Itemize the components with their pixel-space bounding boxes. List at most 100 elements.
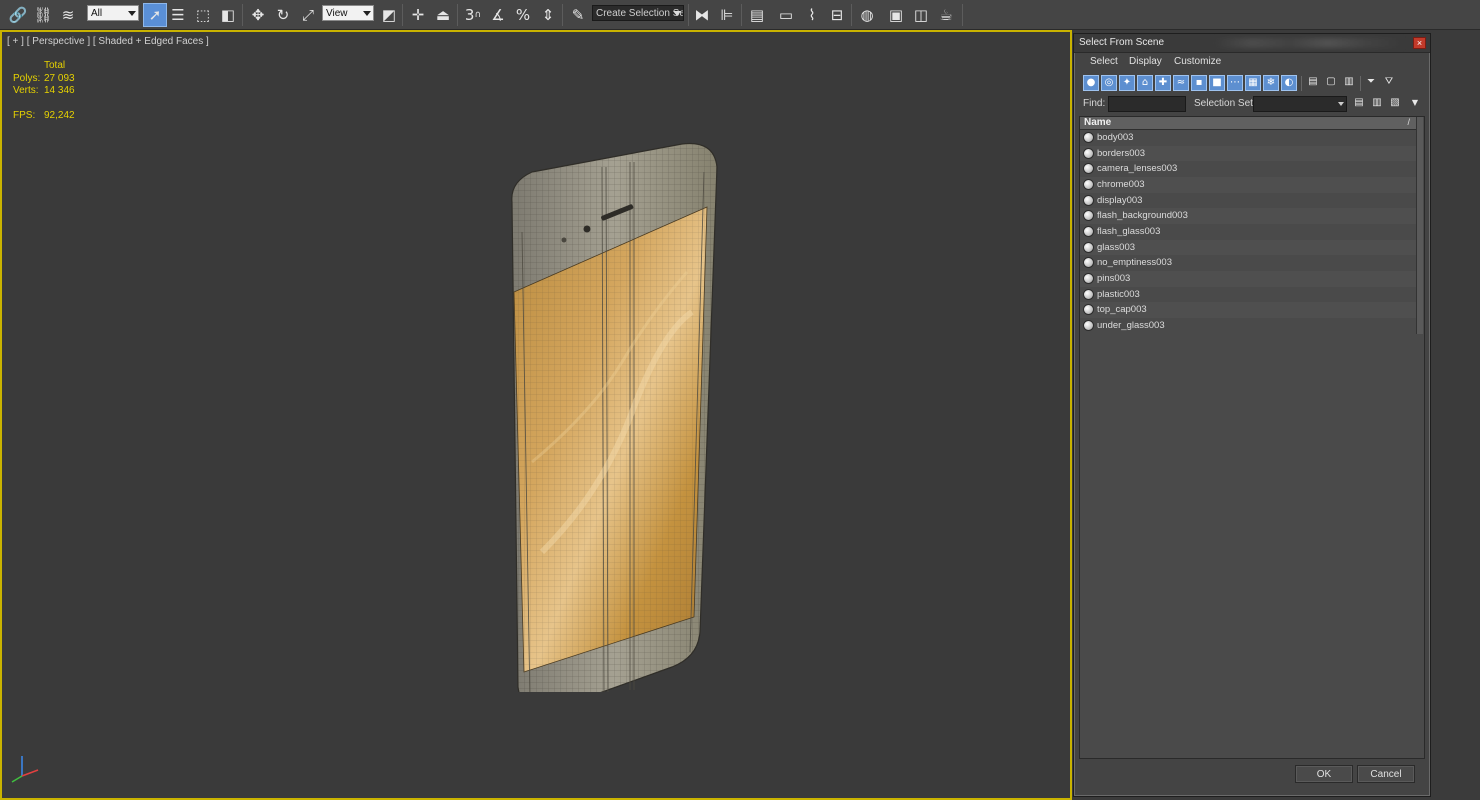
display-groups-icon[interactable]: ▪: [1191, 75, 1207, 91]
bind-space-warp-icon[interactable]: ≋: [56, 3, 80, 27]
toolbar-divider: [402, 4, 403, 26]
chevron-down-icon: [363, 11, 371, 16]
named-selection-set-dropdown[interactable]: Create Selection Se: [592, 5, 684, 21]
keyboard-shortcut-override-icon[interactable]: ⏏: [431, 3, 455, 27]
select-all-icon[interactable]: ▤: [1305, 75, 1321, 91]
object-name: pins003: [1097, 272, 1131, 284]
object-rows: body003 borders003 camera_lenses003 chrome0…: [1080, 130, 1416, 334]
select-manipulate-icon[interactable]: ✛: [406, 3, 430, 27]
select-object-icon[interactable]: ➚: [143, 3, 167, 27]
list-item[interactable]: glass003: [1080, 239, 1416, 256]
list-item[interactable]: chrome003: [1080, 176, 1416, 193]
reference-coordinate-dropdown[interactable]: View: [322, 5, 374, 21]
window-crossing-icon[interactable]: ◧: [216, 3, 240, 27]
stats-total-label: Total: [44, 60, 66, 71]
rotate-icon[interactable]: ↻: [271, 3, 295, 27]
geometry-sphere-icon: [1083, 304, 1094, 316]
list-scrollbar[interactable]: [1416, 117, 1423, 334]
ribbon-toggle-icon[interactable]: ▭: [774, 3, 798, 27]
display-containers-icon[interactable]: ▦: [1245, 75, 1261, 91]
layer-explorer-icon[interactable]: ▤: [745, 3, 769, 27]
title-bar-blurred-area: [1214, 38, 1404, 48]
list-item[interactable]: plastic003: [1080, 287, 1416, 303]
geometry-sphere-icon: [1083, 132, 1094, 143]
object-list[interactable]: Name / body003 borders003 camera_lenses003…: [1079, 116, 1425, 759]
list-item[interactable]: flash_background003: [1080, 208, 1416, 224]
display-geometry-icon[interactable]: ●: [1083, 75, 1099, 91]
chevron-down-icon[interactable]: ▼: [1407, 96, 1423, 112]
mirror-icon[interactable]: ⧓: [690, 3, 714, 27]
geometry-sphere-icon: [1083, 272, 1094, 284]
geometry-sphere-icon: [1083, 225, 1094, 237]
spinner-snap-icon[interactable]: ⇕: [536, 3, 560, 27]
list-item[interactable]: camera_lenses003: [1080, 161, 1416, 177]
percent-snap-icon[interactable]: %: [511, 3, 535, 27]
geometry-sphere-icon: [1083, 163, 1094, 175]
display-hidden-icon[interactable]: ◐: [1281, 75, 1297, 91]
render-setup-icon[interactable]: ▣: [884, 3, 908, 27]
phone-model[interactable]: [482, 112, 732, 692]
menu-customize[interactable]: Customize: [1174, 56, 1221, 67]
add-to-selection-set-icon[interactable]: ▥: [1369, 96, 1385, 112]
select-invert-icon[interactable]: ▥: [1341, 75, 1357, 91]
filter-settings-icon[interactable]: ⛛: [1381, 75, 1397, 91]
toolbar-divider: [242, 4, 243, 26]
list-item[interactable]: pins003: [1080, 270, 1416, 287]
chevron-down-icon: [1338, 102, 1344, 106]
rendered-frame-window-icon[interactable]: ◫: [909, 3, 933, 27]
display-frozen-icon[interactable]: ❄: [1263, 75, 1279, 91]
display-xrefs-icon[interactable]: ■: [1209, 75, 1225, 91]
cancel-button[interactable]: Cancel: [1357, 765, 1415, 783]
move-icon[interactable]: ✥: [246, 3, 270, 27]
perspective-viewport[interactable]: [ + ] [ Perspective ] [ Shaded + Edged F…: [0, 30, 1072, 800]
object-name: body003: [1097, 132, 1134, 143]
material-editor-icon[interactable]: ◍: [855, 3, 879, 27]
link-icon[interactable]: 🔗: [6, 3, 30, 27]
snaps-toggle-icon[interactable]: 3 ∩: [461, 3, 485, 27]
pivot-center-icon[interactable]: ◩: [377, 3, 401, 27]
align-icon[interactable]: ⊫: [715, 3, 739, 27]
menu-select[interactable]: Select: [1090, 56, 1118, 67]
display-bones-icon[interactable]: ⋯: [1227, 75, 1243, 91]
select-from-scene-dialog: Select From Scene × Select Display Custo…: [1073, 33, 1431, 797]
list-item[interactable]: display003: [1080, 193, 1416, 209]
selection-set-dropdown[interactable]: [1253, 96, 1347, 112]
unlink-icon[interactable]: ⛓: [31, 3, 55, 27]
display-cameras-icon[interactable]: ⌂: [1137, 75, 1153, 91]
rectangular-selection-icon[interactable]: ⬚: [191, 3, 215, 27]
edit-named-selection-icon[interactable]: ✎: [566, 3, 590, 27]
toolbar-divider: [562, 4, 563, 26]
create-selection-set-icon[interactable]: ▤: [1351, 96, 1367, 112]
close-icon[interactable]: ×: [1413, 37, 1426, 49]
list-item[interactable]: body003: [1080, 130, 1416, 146]
stats-fps-value: 92,242: [44, 110, 75, 121]
display-shapes-icon[interactable]: ◎: [1101, 75, 1117, 91]
render-production-icon[interactable]: ☕: [934, 3, 958, 27]
angle-snap-icon[interactable]: ∡: [486, 3, 510, 27]
list-item[interactable]: no_emptiness003: [1080, 255, 1416, 271]
selection-filter-dropdown[interactable]: All: [87, 5, 139, 21]
display-space-warps-icon[interactable]: ≈: [1173, 75, 1189, 91]
select-by-name-icon[interactable]: ☰: [166, 3, 190, 27]
viewport-label[interactable]: [ + ] [ Perspective ] [ Shaded + Edged F…: [7, 36, 209, 47]
find-input[interactable]: [1108, 96, 1186, 112]
remove-from-selection-set-icon[interactable]: ▧: [1387, 96, 1403, 112]
dialog-title-bar[interactable]: Select From Scene ×: [1074, 34, 1430, 53]
toolbar-divider: [688, 4, 689, 26]
curve-editor-icon[interactable]: ⌇: [800, 3, 824, 27]
list-item[interactable]: borders003: [1080, 145, 1416, 162]
list-item[interactable]: under_glass003: [1080, 318, 1416, 334]
schematic-view-icon[interactable]: ⊟: [825, 3, 849, 27]
ok-button[interactable]: OK: [1295, 765, 1353, 783]
display-lights-icon[interactable]: ✦: [1119, 75, 1135, 91]
select-none-icon[interactable]: ▢: [1323, 75, 1339, 91]
filter-icon[interactable]: ⏷: [1363, 75, 1379, 91]
menu-display[interactable]: Display: [1129, 56, 1162, 67]
list-item[interactable]: top_cap003: [1080, 302, 1416, 318]
selection-set-label: Selection Set:: [1194, 98, 1256, 109]
list-item[interactable]: flash_glass003: [1080, 224, 1416, 240]
name-column-header[interactable]: Name /: [1080, 117, 1416, 130]
display-helpers-icon[interactable]: ✚: [1155, 75, 1171, 91]
object-name: plastic003: [1097, 288, 1140, 300]
scale-icon[interactable]: ⤢: [296, 3, 320, 27]
